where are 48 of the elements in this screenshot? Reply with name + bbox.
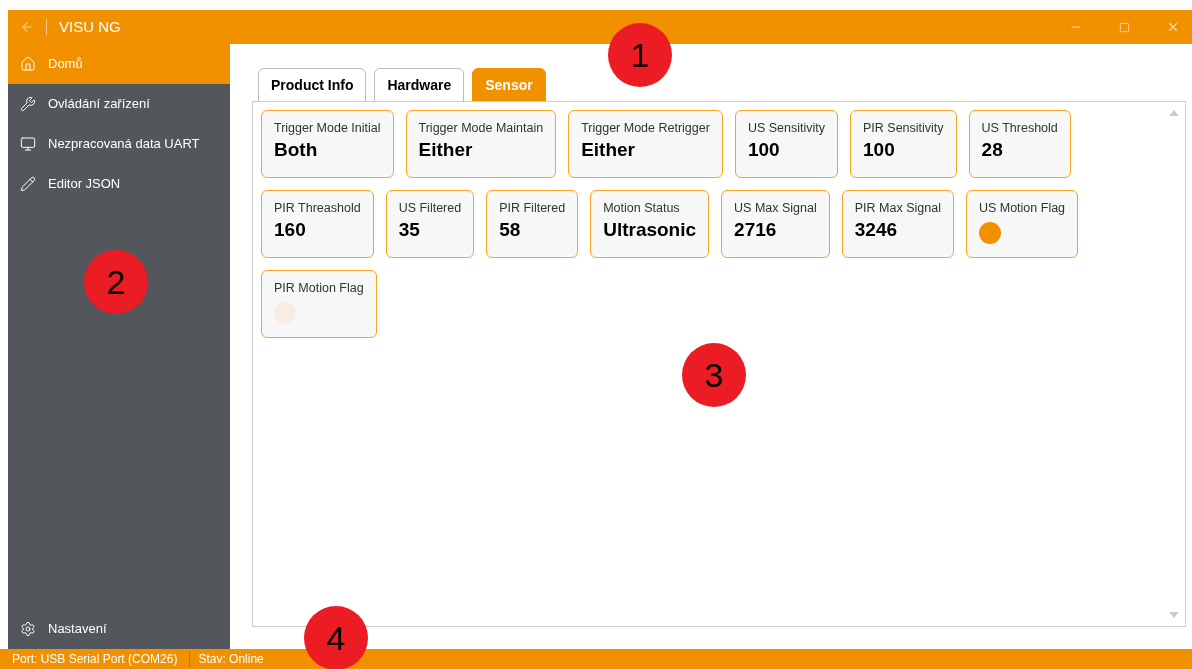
window-title: VISU NG — [59, 16, 121, 37]
tile-value: Both — [274, 137, 319, 162]
pencil-icon — [20, 176, 36, 192]
tile-label: Trigger Mode Retrigger — [581, 120, 710, 137]
tile-label: PIR Sensitivity — [863, 120, 944, 137]
scroll-up-icon[interactable] — [1169, 110, 1179, 116]
tile-label: PIR Motion Flag — [274, 280, 364, 297]
tile-value: 100 — [863, 137, 896, 162]
callout-marker: 3 — [682, 343, 746, 407]
tab[interactable]: Product Info — [258, 68, 367, 102]
sidebar-item[interactable]: Ovládání zařízení — [8, 84, 230, 124]
monitor-icon — [20, 136, 36, 152]
scroll-down-icon[interactable] — [1169, 612, 1179, 618]
connection-status: Stav: Online — [197, 651, 265, 668]
tile-label: Motion Status — [603, 200, 681, 217]
port-status: Port: USB Serial Port (COM26) — [11, 651, 179, 668]
tile-value: 28 — [981, 137, 1004, 162]
callout-marker: 4 — [304, 606, 368, 669]
tile-value: Either — [418, 137, 474, 162]
maximize-icon[interactable] — [1119, 21, 1130, 33]
tile-label: Trigger Mode Initial — [274, 120, 381, 137]
tile-label: PIR Max Signal — [854, 200, 941, 217]
tile-label: PIR Threashold — [274, 200, 361, 217]
back-icon[interactable] — [20, 20, 34, 34]
home-icon — [20, 56, 36, 72]
tile-value: 100 — [747, 137, 781, 162]
tile-label: US Sensitivity — [747, 120, 825, 137]
tile-label: US Max Signal — [734, 200, 817, 217]
tile-value: Either — [581, 137, 636, 162]
tab[interactable]: Hardware — [374, 68, 465, 102]
tile-value: 160 — [274, 217, 307, 242]
wrench-icon — [20, 96, 36, 112]
sidebar-item[interactable]: Editor JSON — [8, 164, 230, 204]
tile-label: Trigger Mode Maintain — [418, 120, 544, 137]
sidebar-item[interactable]: Nastavení — [8, 609, 230, 649]
tile-value: Ultrasonic — [603, 217, 697, 242]
callout-marker: 1 — [608, 23, 672, 87]
tile-value: 58 — [499, 217, 522, 242]
tile-value: 2716 — [734, 217, 778, 242]
tile-label: US Motion Flag — [978, 200, 1066, 217]
settings-icon — [20, 621, 36, 637]
sidebar-item[interactable]: Nezpracovaná data UART — [8, 124, 230, 164]
tile-label: US Threshold — [981, 120, 1058, 137]
tile-value: 3246 — [854, 217, 899, 242]
tile-value: 35 — [398, 217, 421, 242]
tile-label: PIR Filtered — [499, 200, 566, 217]
close-icon[interactable] — [1166, 20, 1180, 34]
tile-label: US Filtered — [398, 200, 462, 217]
